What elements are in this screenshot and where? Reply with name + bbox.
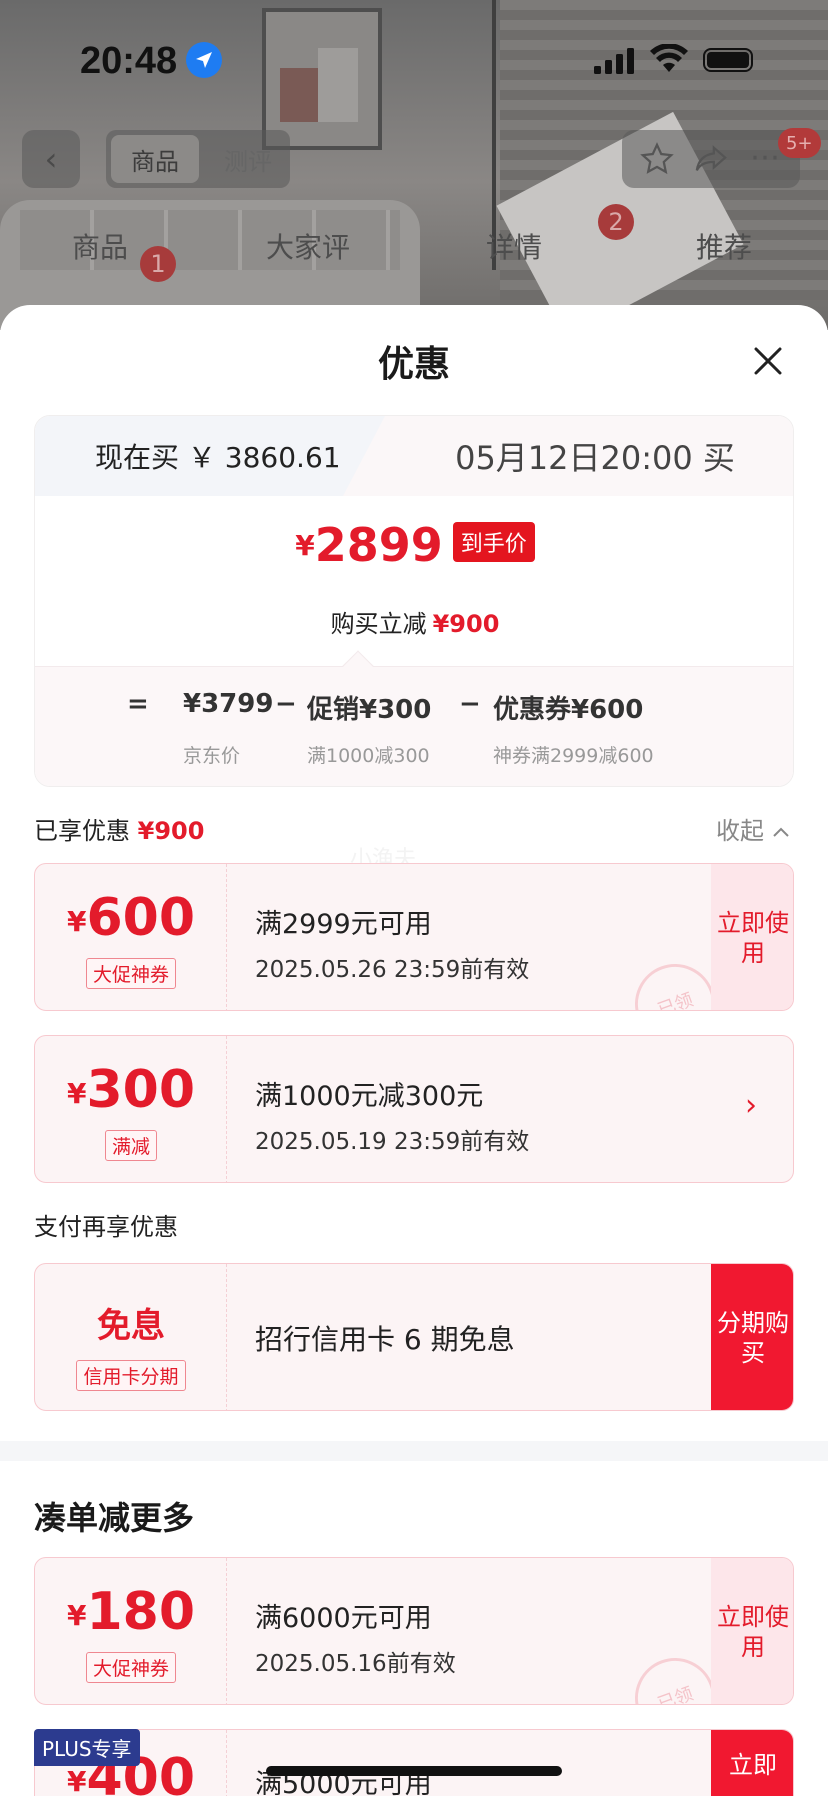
coupon-condition: 满6000元可用 bbox=[255, 1603, 432, 1634]
tab-marker-2: 2 bbox=[598, 204, 634, 240]
final-price: ¥2899 到手价 bbox=[35, 518, 793, 572]
formula-base-label: 京东价 bbox=[183, 745, 241, 767]
formula-promo-label: 满1000减300 bbox=[307, 745, 430, 767]
section-divider bbox=[0, 1441, 828, 1461]
coupon-expiry: 2025.05.19 23:59前有效 bbox=[255, 1129, 530, 1155]
coupon-amount: 180 bbox=[86, 1582, 196, 1642]
close-icon[interactable] bbox=[748, 341, 788, 381]
chevron-up-icon bbox=[772, 827, 789, 837]
sheet-title: 优惠 bbox=[377, 344, 450, 385]
installment-buy-button[interactable]: 分期购买 bbox=[711, 1264, 793, 1410]
tab-buy-now[interactable]: 现在买 ￥ 3860.61 bbox=[35, 416, 385, 496]
final-price-tag: 到手价 bbox=[452, 522, 535, 562]
coupon-card[interactable]: ¥400 满5000元可用 立即 bbox=[34, 1729, 794, 1796]
formula-minus-2: − bbox=[459, 689, 481, 719]
formula-base-price: ¥3799 bbox=[183, 689, 274, 719]
installment-description: 招行信用卡 6 期免息 bbox=[255, 1323, 515, 1356]
coupon-expiry: 2025.05.16前有效 bbox=[255, 1651, 456, 1677]
price-breakdown-card: 现在买 ￥ 3860.61 05月12日20:00 买 ¥2899 到手价 购买立… bbox=[34, 415, 794, 787]
price-formula: = ¥3799 京东价 − 促销¥300 满1000减300 − 优惠券¥600… bbox=[35, 650, 793, 786]
coupon-expiry: 2025.05.26 23:59前有效 bbox=[255, 957, 530, 983]
coupon-card[interactable]: ¥600 大促神券 满2999元可用 2025.05.26 23:59前有效 已… bbox=[34, 863, 794, 1011]
cellular-signal-icon bbox=[594, 48, 634, 74]
share-icon[interactable] bbox=[694, 142, 728, 176]
enjoyed-offers-heading: 已享优惠 ¥900 bbox=[34, 817, 205, 845]
tab-marker-1: 1 bbox=[140, 246, 176, 282]
status-time: 20:48 bbox=[80, 40, 178, 82]
tab-recommend[interactable]: 推荐 bbox=[696, 226, 752, 266]
tab-details[interactable]: 详情 bbox=[486, 226, 542, 266]
add-on-heading: 凑单减更多 bbox=[34, 1499, 195, 1537]
installment-offer-card[interactable]: 免息 信用卡分期 招行信用卡 6 期免息 分期购买 bbox=[34, 1263, 794, 1411]
coupon-card[interactable]: ¥300 满减 满1000元减300元 2025.05.19 23:59前有效 … bbox=[34, 1035, 794, 1183]
formula-promo: 促销¥300 bbox=[307, 695, 432, 725]
location-arrow-icon bbox=[186, 42, 222, 78]
savings-line: 购买立减 ¥900 bbox=[330, 610, 500, 638]
tab-product[interactable]: 商品 bbox=[72, 226, 128, 266]
coupon-card[interactable]: ¥180 大促神券 满6000元可用 2025.05.16前有效 已领 立即使用 bbox=[34, 1557, 794, 1705]
interest-free-title: 免息 bbox=[97, 1306, 165, 1346]
formula-minus-1: − bbox=[275, 689, 297, 719]
status-bar: 20:48 bbox=[0, 38, 828, 86]
chevron-right-icon[interactable]: › bbox=[745, 1088, 757, 1123]
use-now-button[interactable]: 立即使用 bbox=[711, 1558, 793, 1704]
savings-amount: ¥900 bbox=[432, 610, 500, 638]
coupon-amount: 300 bbox=[86, 1060, 196, 1120]
battery-icon bbox=[703, 48, 753, 72]
top-segment: 商品 测评 bbox=[106, 130, 290, 188]
enjoyed-amount: ¥900 bbox=[137, 817, 205, 845]
background-tabs: 商品 1 大家评 详情 2 推荐 bbox=[0, 204, 828, 282]
home-indicator[interactable] bbox=[266, 1766, 562, 1776]
wifi-icon bbox=[650, 44, 688, 72]
formula-coupon: 优惠券¥600 bbox=[493, 695, 644, 725]
top-actions: ⋯ bbox=[622, 130, 800, 188]
credit-card-installment-tag: 信用卡分期 bbox=[76, 1360, 186, 1391]
tab-reviews[interactable]: 大家评 bbox=[266, 226, 350, 266]
back-button[interactable]: ‹ bbox=[22, 130, 80, 188]
formula-equals: = bbox=[127, 689, 149, 719]
star-icon[interactable] bbox=[640, 142, 674, 176]
final-price-value: 2899 bbox=[314, 518, 443, 572]
tab-buy-later[interactable]: 05月12日20:00 买 bbox=[395, 416, 793, 496]
coupon-type-tag: 满减 bbox=[104, 1130, 157, 1161]
formula-coupon-label: 神券满2999减600 bbox=[493, 745, 654, 767]
more-icon[interactable]: ⋯ bbox=[750, 140, 780, 175]
plus-exclusive-badge: PLUS专享 bbox=[34, 1729, 140, 1766]
offers-sheet: 优惠 现在买 ￥ 3860.61 05月12日20:00 买 ¥2899 到手价 … bbox=[0, 305, 828, 1796]
use-now-button[interactable]: 立即使用 bbox=[711, 864, 793, 1010]
segment-review[interactable]: 测评 bbox=[210, 135, 286, 183]
segment-product[interactable]: 商品 bbox=[111, 135, 199, 183]
coupon-type-tag: 大促神券 bbox=[85, 1652, 176, 1683]
pay-offers-heading: 支付再享优惠 bbox=[34, 1213, 178, 1241]
coupon-amount: 600 bbox=[86, 888, 196, 948]
message-badge: 5+ bbox=[778, 128, 821, 158]
coupon-type-tag: 大促神券 bbox=[85, 958, 176, 989]
coupon-condition: 满2999元可用 bbox=[255, 909, 432, 940]
use-now-button[interactable]: 立即 bbox=[711, 1730, 793, 1796]
coupon-condition: 满1000元减300元 bbox=[255, 1081, 484, 1112]
collapse-toggle[interactable]: 收起 bbox=[716, 811, 790, 846]
